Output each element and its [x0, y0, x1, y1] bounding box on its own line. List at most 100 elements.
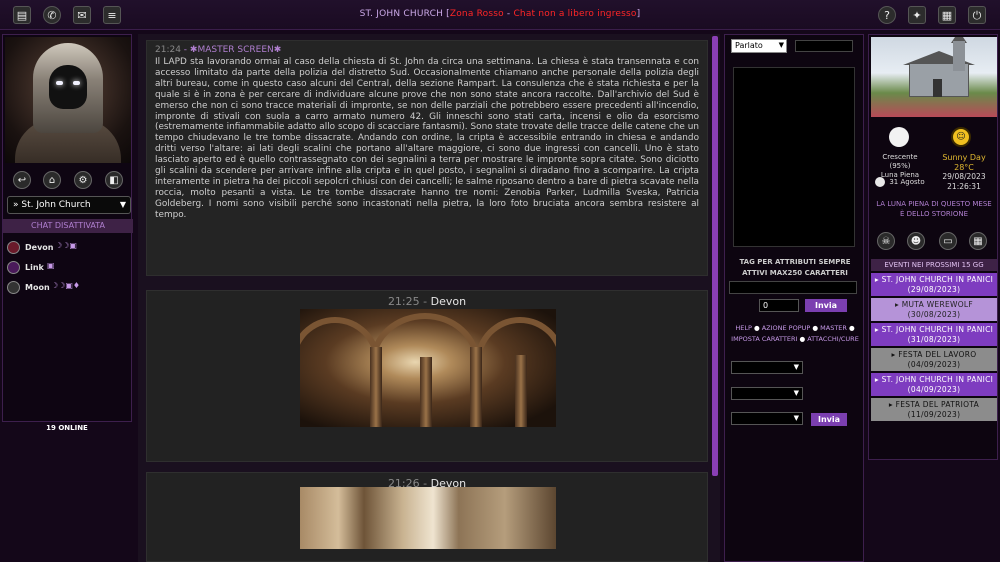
event-date: (04/09/2023) [907, 384, 961, 394]
bag-icon[interactable]: ◧ [105, 171, 123, 189]
chat-log: 21:24 - ✱MASTER SCREEN✱ Il LAPD sta lavo… [138, 34, 720, 562]
action-select[interactable]: ▼ [731, 361, 803, 374]
master-message: 21:24 - ✱MASTER SCREEN✱ Il LAPD sta lavo… [146, 40, 708, 276]
chat-scrollbar[interactable] [712, 36, 718, 476]
chevron-down-icon: ▼ [119, 200, 126, 209]
user-name[interactable]: Link [25, 263, 44, 272]
event-date: (04/09/2023) [907, 359, 961, 369]
help-links: HELP ● AZIONE POPUP ● MASTER ● IMPOSTA C… [729, 323, 861, 345]
master-text: Il LAPD sta lavorando ormai al caso dell… [155, 57, 699, 220]
user-icon [7, 241, 20, 254]
crypt-photo [300, 309, 556, 427]
weather-label: Sunny Day [942, 153, 986, 162]
exit-icon[interactable]: ⏻ [968, 6, 986, 24]
message-time: 21:24 [155, 45, 181, 55]
room-select[interactable]: » St. John Church ▼ [7, 196, 131, 214]
moon-phase: Crescente [882, 153, 918, 161]
number-field[interactable]: 0 [759, 299, 799, 312]
attribute-select[interactable]: ▼ [731, 387, 803, 400]
chat-message: 21:26 - Devon [146, 472, 708, 562]
right-panel: Crescente (95%) Luna Piena 31 Agosto ☺ S… [868, 34, 998, 460]
attribute-tag-input[interactable] [729, 281, 857, 294]
moon-info: Crescente (95%) Luna Piena [875, 153, 925, 180]
attacks-cures-link[interactable]: ATTACCHI/CURE [807, 335, 859, 343]
location-image [871, 37, 997, 117]
event-name: ▸ ST. JOHN CHURCH IN PANICI [874, 275, 994, 284]
user-icon [7, 281, 20, 294]
event-item[interactable]: ▸ ST. JOHN CHURCH IN PANICI (29/08/2023) [871, 273, 997, 296]
chevron-down-icon: ▼ [793, 414, 799, 422]
right-toolbar: ☠ ☻ ▭ ▦ [869, 229, 999, 253]
message-author[interactable]: Devon [431, 295, 466, 308]
list-item[interactable]: Link ▣ [7, 259, 131, 279]
chat-input-panel: Parlato ▼ TAG PER ATTRIBUTI SEMPRE ATTIV… [724, 34, 864, 562]
event-date: (11/09/2023) [907, 409, 961, 419]
send-button[interactable]: Invia [805, 299, 847, 312]
current-date: 29/08/2023 [942, 172, 986, 181]
event-date: (29/08/2023) [907, 284, 961, 294]
help-icon[interactable]: ? [878, 6, 896, 24]
event-item[interactable]: ▸ MUTA WEREWOLF (30/08/2023) [871, 298, 997, 321]
chat-icon[interactable]: ▭ [939, 232, 957, 250]
event-name: ▸ FESTA DEL LAVORO [891, 350, 977, 359]
page-title: ST. JOHN CHURCH [Zona Rosso - Chat non a… [0, 9, 1000, 19]
tag-note: TAG PER ATTRIBUTI SEMPRE ATTIVI MAX250 C… [739, 258, 851, 277]
chevron-down-icon: ▼ [793, 389, 799, 397]
bracket-close: ] [636, 9, 641, 19]
full-moon-icon [875, 177, 885, 187]
moon-percent: (95%) [889, 162, 911, 170]
event-item[interactable]: ▸ ST. JOHN CHURCH IN PANICI (04/09/2023) [871, 373, 997, 396]
popup-action-link[interactable]: AZIONE POPUP [762, 324, 811, 332]
event-item[interactable]: ▸ ST. JOHN CHURCH IN PANICI (31/08/2023) [871, 323, 997, 346]
user-name[interactable]: Devon [25, 243, 53, 252]
user-name[interactable]: Moon [25, 283, 50, 292]
target-select[interactable]: ▼ [731, 412, 803, 425]
skull-icon[interactable]: ☠ [877, 232, 895, 250]
masks-icon[interactable]: ☻ [907, 232, 925, 250]
chat-message: 21:25 - Devon [146, 290, 708, 462]
events-title: EVENTI NEI PROSSIMI 15 GG [871, 259, 997, 271]
separator-dot: ● [849, 324, 855, 332]
list-item[interactable]: Devon ☽☽▣ [7, 239, 131, 259]
master-header: 21:24 - ✱MASTER SCREEN✱ [155, 45, 699, 55]
calendar-icon[interactable]: ▦ [969, 232, 987, 250]
chevron-down-icon: ▼ [793, 363, 799, 371]
event-item[interactable]: ▸ FESTA DEL PATRIOTA (11/09/2023) [871, 398, 997, 421]
event-date: (31/08/2023) [907, 334, 961, 344]
mode-select-value: Parlato [735, 41, 763, 50]
weather-info: Sunny Day 28°C 29/08/2023 21:26:31 [933, 153, 995, 191]
zone-label: Zona Rosso [449, 9, 504, 19]
event-name: ▸ FESTA DEL PATRIOTA [888, 400, 980, 409]
event-name: ▸ ST. JOHN CHURCH IN PANICI [874, 325, 994, 334]
avatar [5, 37, 131, 163]
top-bar: ▤ ✆ ✉ ≡ ST. JOHN CHURCH [Zona Rosso - Ch… [0, 0, 1000, 30]
access-status: Chat non a libero ingresso [513, 9, 637, 19]
master-link[interactable]: MASTER [820, 324, 847, 332]
title-separator: - [503, 9, 514, 19]
separator-dot: ● [812, 324, 819, 332]
return-icon[interactable]: ↩ [13, 171, 31, 189]
left-panel: ↩ ⌂ ⚙ ◧ » St. John Church ▼ CHAT DISATTI… [2, 34, 133, 422]
document-icon[interactable]: ▦ [938, 6, 956, 24]
online-count: 19 ONLINE [46, 424, 88, 432]
moon-icon [889, 127, 909, 147]
event-name: ▸ MUTA WEREWOLF [894, 300, 974, 309]
crypt-photo [300, 487, 556, 549]
help-link[interactable]: HELP [735, 324, 752, 332]
event-item[interactable]: ▸ FESTA DEL LAVORO (04/09/2023) [871, 348, 997, 371]
moon-note: LA LUNA PIENA DI QUESTO MESE È DELLO STO… [876, 200, 992, 218]
puzzle-icon[interactable]: ✦ [908, 6, 926, 24]
temperature: 28°C [954, 162, 974, 172]
set-characters-link[interactable]: IMPOSTA CARATTERI [731, 335, 797, 343]
list-item[interactable]: Moon ☽☽▣♦ [7, 279, 131, 299]
house-icon[interactable]: ⌂ [43, 171, 61, 189]
send-action-button[interactable]: Invia [811, 413, 847, 426]
tag-input[interactable] [795, 40, 853, 52]
gear-icon[interactable]: ⚙ [74, 171, 92, 189]
mode-select[interactable]: Parlato ▼ [731, 39, 787, 53]
user-list: Devon ☽☽▣ Link ▣ Moon ☽☽▣♦ [7, 239, 131, 299]
user-badges: ☽☽▣♦ [51, 281, 81, 290]
full-moon-date: 31 Agosto [889, 178, 925, 186]
current-time: 21:26:31 [947, 181, 981, 191]
message-textarea[interactable] [733, 67, 855, 247]
